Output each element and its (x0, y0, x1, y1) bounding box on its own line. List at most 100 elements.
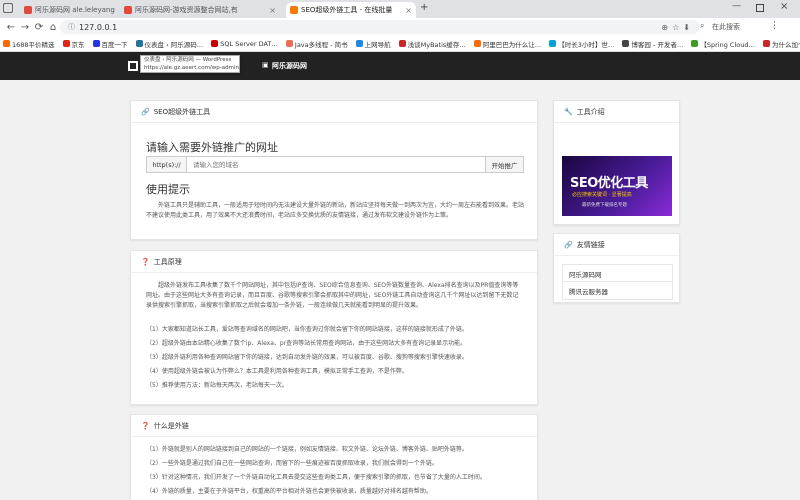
search-icon[interactable]: ⌕ (700, 21, 704, 31)
tab-title: 阿乐源码网-游戏资源整合网站,有 (135, 6, 238, 14)
banner-title: SEO优化工具 (570, 176, 648, 191)
bookmark-favicon-icon (92, 40, 100, 47)
bookmark-item[interactable]: SQL Server DAT… (211, 40, 278, 48)
bookmark-label: 阿里巴巴为什么让… (482, 40, 542, 49)
friend-link-item[interactable]: 阿乐源码网 (562, 264, 673, 282)
back-icon[interactable]: ← (4, 22, 18, 33)
browser-toolbar: ← → ⟳ ⌂ ⓘ 127.0.0.1 ⊕☆⬇ ⌕ 在此搜索 ⋮ (0, 18, 800, 36)
banner-subtitle: 必应搜索关键词 · 显著提高 (572, 192, 632, 198)
bookmark-item[interactable]: 博客园 - 开发者… (622, 39, 683, 49)
info-icon[interactable]: ⓘ (68, 22, 75, 32)
bookmark-label: 为什么加个注解… (772, 40, 800, 49)
bookmark-item[interactable]: 【Spring Cloud… (691, 39, 755, 49)
browser-tab-1[interactable]: 阿乐源码网 ale.leleyangyang.n × (20, 2, 115, 18)
tab-strip: 阿乐源码网 ale.leleyangyang.n × 阿乐源码网-游戏资源整合网… (0, 0, 800, 18)
tooltip-url: https://ale.gz.aeert.com/wp-admin (144, 64, 239, 71)
friend-link-label: 阿乐源码网 (569, 271, 602, 279)
bookmark-favicon-icon (285, 40, 293, 47)
panel-title: 工具原理 (153, 257, 182, 266)
new-tab-icon[interactable]: + (420, 2, 428, 13)
list-item: （3）针对这种情况，我们开发了一个外链自动化工具去提交这些查询类工具，便于搜索引… (146, 474, 486, 481)
bookmark-item[interactable]: Java多线程 - 简书 (285, 39, 348, 49)
reload-icon[interactable]: ⟳ (32, 22, 46, 33)
domain-input[interactable] (186, 156, 486, 173)
address-bar[interactable]: ⓘ 127.0.0.1 ⊕☆⬇ (60, 20, 700, 34)
home-icon[interactable]: ⌂ (46, 22, 60, 33)
panel-header: 🔗 SEO超级外链工具 (131, 101, 537, 123)
nav-link-home[interactable]: 阿乐源码网 (272, 61, 307, 71)
bookmark-label: 仪表盘 ‹ 阿乐源码… (144, 40, 204, 49)
bookmark-item[interactable]: 上网导航 (355, 39, 391, 49)
seo-tool-panel: 🔗 SEO超级外链工具 请输入需要外链推广的网址 http(s):// 开始推广… (130, 100, 538, 240)
bookmark-item[interactable]: 百度一下 (92, 39, 128, 49)
close-icon[interactable]: × (269, 6, 276, 15)
panel-header: ❓ 什么是外链 (131, 415, 537, 437)
question-icon: ❓ (141, 421, 150, 430)
bookmark-label: 博客园 - 开发者… (631, 40, 684, 49)
bookmark-item[interactable]: 1688平价精选 (3, 39, 55, 49)
tab-title: 阿乐源码网 ale.leleyangyang.n (35, 6, 115, 14)
list-item: （1）外链就是别人的网站链接到自己的网站的一个链接，例如友情链接、软文外链、论坛… (146, 446, 468, 453)
tab-favicon (24, 6, 32, 14)
url-prefix: http(s):// (146, 156, 186, 173)
bookmark-label: 上网导航 (364, 40, 391, 49)
bookmark-favicon-icon (62, 40, 70, 47)
bookmark-favicon-icon (3, 40, 10, 47)
link-tooltip: 仪表盘 ‹ 阿乐源码网 — WordPress https://ale.gz.a… (140, 55, 240, 73)
principle-intro: 超级外链发布工具收集了数千个网站网址，其中包括IP查询、SEO综合信息查询、SE… (146, 282, 519, 309)
tab-favicon (290, 6, 298, 14)
bookmark-item[interactable]: 阿里巴巴为什么让… (473, 39, 542, 49)
address-url: 127.0.0.1 (79, 22, 118, 32)
friend-link-label: 腾讯云服务器 (569, 288, 608, 296)
extensions-icon[interactable]: ⋮ (770, 21, 779, 31)
minimize-icon[interactable]: — (732, 1, 741, 11)
bookmark-favicon-icon (549, 40, 557, 47)
bookmark-favicon-icon (691, 40, 699, 47)
external-list: （1）外链就是别人的网站链接到自己的网站的一个链接，例如友情链接、软文外链、论坛… (146, 445, 524, 497)
list-item: （1）大家都知道站长工具，爱站等查询域名的网站吧，当你查询过你就会留下你的网站链… (146, 326, 468, 333)
bookmark-item[interactable]: 【时长3小时】世… (549, 39, 614, 49)
bookmark-item[interactable]: 为什么加个注解… (763, 39, 800, 49)
friend-links-panel: 🔗 友情链接 阿乐源码网 腾讯云服务器 (553, 233, 680, 303)
friend-link-item[interactable]: 腾讯云服务器 (562, 282, 673, 300)
bookmark-label: Java多线程 - 简书 (294, 40, 348, 49)
usage-title: 使用提示 (146, 183, 190, 196)
bookmark-favicon-icon (398, 40, 406, 47)
external-link-panel: ❓ 什么是外链 （1）外链就是别人的网站链接到自己的网站的一个链接，例如友情链接… (130, 414, 538, 500)
bookmark-item[interactable]: 京东 (62, 39, 85, 49)
bookmark-favicon-icon (763, 40, 770, 47)
site-navbar: 阿乐源码网 ▣ (0, 52, 800, 80)
panel-header: ❓ 工具原理 (131, 251, 537, 273)
window-close-icon[interactable]: × (780, 1, 788, 12)
forward-icon[interactable]: → (18, 22, 32, 33)
panel-header: 🔗 友情链接 (554, 234, 679, 256)
bookmark-label: 【Spring Cloud… (700, 40, 755, 49)
bookmark-label: SQL Server DAT… (220, 39, 278, 48)
tab-actions-icon[interactable] (3, 3, 13, 13)
tool-heading: 请输入需要外链推广的网址 (146, 141, 278, 154)
banner-small: 最新免费下载排名专题 (582, 203, 627, 208)
seo-banner-image[interactable]: SEO优化工具 必应搜索关键词 · 显著提高 最新免费下载排名专题 (562, 156, 672, 216)
site-logo-icon[interactable] (128, 61, 138, 71)
bookmark-label: 浅谈MyBatis缓存… (407, 40, 466, 49)
list-item: （5）推荐使用方法：新站每天两次，老站每天一次。 (146, 382, 288, 389)
bookmark-favicon-icon (355, 40, 363, 47)
panel-title: 工具介绍 (576, 107, 605, 116)
principle-list: （1）大家都知道站长工具，爱站等查询域名的网站吧，当你查询过你就会留下你的网站链… (146, 325, 524, 391)
list-item: （4）使用超级外链会被认为作弊么？本工具是利用各种查询工具，模拟正常手工查询，不… (146, 368, 408, 375)
page-body: 🔗 SEO超级外链工具 请输入需要外链推广的网址 http(s):// 开始推广… (0, 80, 800, 500)
bookmark-item[interactable]: 浅谈MyBatis缓存… (398, 39, 466, 49)
browser-tab-3-active[interactable]: SEO超级外链工具 - 在线批量 × (286, 2, 416, 18)
wrench-icon: 🔧 (564, 107, 573, 116)
panel-title: 什么是外链 (153, 421, 189, 430)
start-promote-button[interactable]: 开始推广 (486, 156, 524, 173)
omnibox-actions: ⊕☆⬇ (661, 22, 694, 32)
panel-header: 🔧 工具介绍 (554, 101, 679, 123)
maximize-icon[interactable] (756, 4, 764, 12)
close-icon[interactable]: × (405, 6, 412, 15)
bookmark-favicon-icon (135, 40, 143, 47)
search-box[interactable]: 在此搜索 (712, 22, 740, 32)
bookmark-item[interactable]: 仪表盘 ‹ 阿乐源码… (135, 39, 204, 49)
tab-favicon (124, 6, 132, 14)
browser-tab-2[interactable]: 阿乐源码网-游戏资源整合网站,有 × (120, 2, 280, 18)
